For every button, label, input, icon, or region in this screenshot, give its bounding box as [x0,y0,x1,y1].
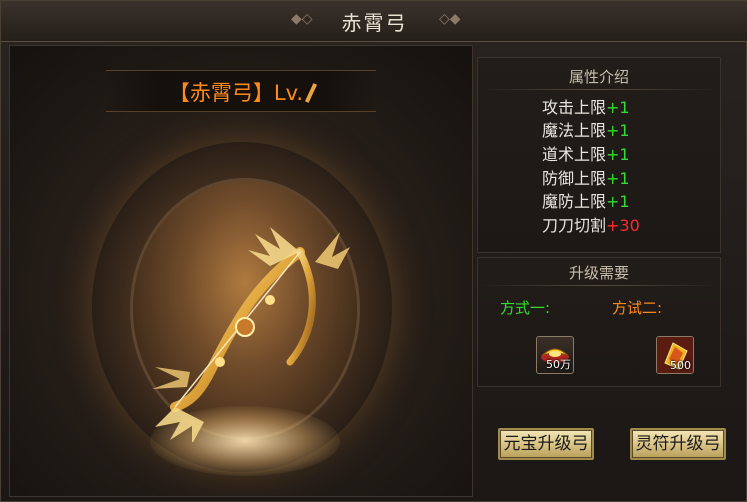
attribute-label: 魔法上限 [542,121,607,140]
attribute-row: 刀刀切割+30 [542,216,640,236]
level-icon [305,83,318,103]
upgrade-requirements-panel: 升级需要 方式一: 方试二: 50万 500 [477,257,721,387]
attribute-row: 魔法上限+1 [542,121,630,141]
attribute-row: 防御上限+1 [542,169,630,189]
attributes-header: 属性介绍 [568,68,629,86]
attributes-panel: 属性介绍 攻击上限+1 魔法上限+1 道术上限+1 防御上限+1 魔防上限+1 … [477,57,721,253]
attribute-row: 道术上限+1 [542,145,630,165]
talisman-count: 500 [670,359,691,372]
upgrade-header: 升级需要 [568,264,629,282]
gold-ingot-count: 50万 [546,358,571,371]
method-one-label: 方式一: [500,299,551,317]
attribute-label: 刀刀切割 [542,216,607,235]
attribute-value: +1 [606,169,630,188]
title-ornament-right-icon: ◇◆ [439,11,461,27]
attribute-value: +1 [606,192,630,211]
item-name-plate: 【赤霄弓】Lv. [106,70,376,112]
attributes-divider [478,89,720,90]
attribute-label: 防御上限 [542,169,607,188]
bow-icon [152,227,350,442]
attribute-row: 魔防上限+1 [542,192,630,212]
talisman-slot[interactable]: 500 [656,336,694,374]
talisman-upgrade-button[interactable]: 灵符升级弓 [630,428,726,460]
gold-ingot-slot[interactable]: 50万 [536,336,574,374]
attribute-value: +1 [606,145,630,164]
attribute-row: 攻击上限+1 [542,98,630,118]
upgrade-window: ◆◇ 赤霄弓 ◇◆ 【赤霄弓】Lv. 属性介绍 攻击上限+1 魔法上限+1 道术… [0,0,747,502]
upgrade-divider [478,285,720,286]
title-bar: ◆◇ 赤霄弓 ◇◆ [1,1,747,42]
attribute-value: +1 [606,121,630,140]
item-showcase: 【赤霄弓】Lv. [9,45,473,497]
attribute-value: +1 [606,98,630,117]
window-title: 赤霄弓 [341,11,408,35]
item-name-text: 【赤霄弓】Lv. [168,81,304,105]
attribute-label: 道术上限 [542,145,607,164]
attribute-value: +30 [606,216,640,235]
item-name: 【赤霄弓】Lv. [106,77,376,107]
attribute-label: 魔防上限 [542,192,607,211]
method-two-label: 方试二: [612,299,663,317]
attribute-label: 攻击上限 [542,98,607,117]
yuanbao-upgrade-button[interactable]: 元宝升级弓 [498,428,594,460]
